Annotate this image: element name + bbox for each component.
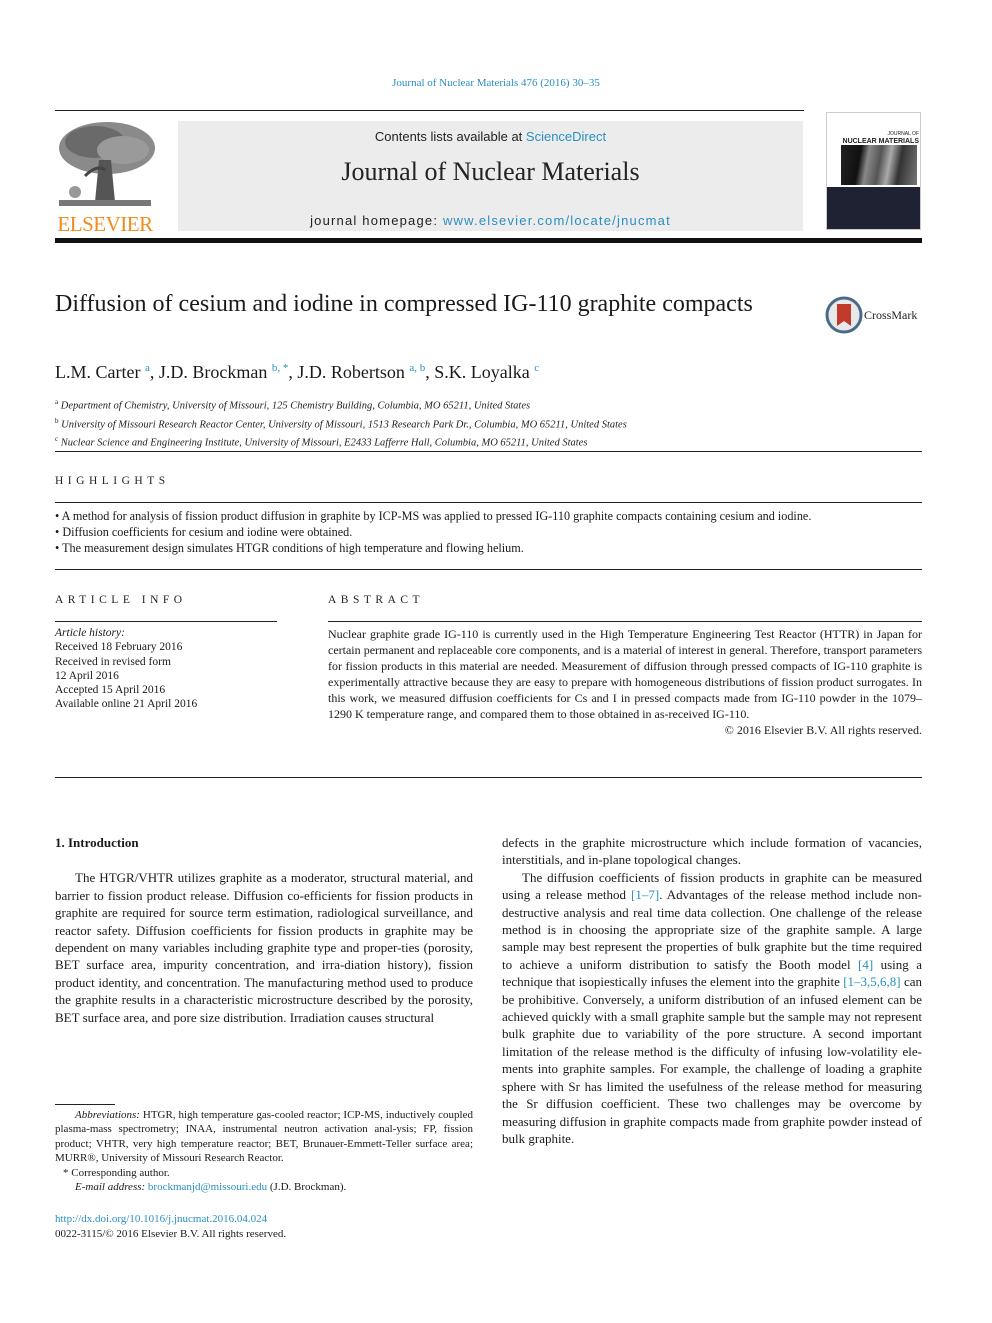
affiliation: c Nuclear Science and Engineering Instit… <box>55 432 627 451</box>
affiliation-key: a <box>55 398 59 406</box>
divider <box>55 569 922 570</box>
cover-title-line1: JOURNAL OF <box>887 131 919 137</box>
corresponding-author-note: * Corresponding author. <box>63 1166 170 1179</box>
doi-link[interactable]: http://dx.doi.org/10.1016/j.jnucmat.2016… <box>55 1212 286 1227</box>
homepage-line: journal homepage: www.elsevier.com/locat… <box>178 213 803 228</box>
contents-prefix: Contents lists available at <box>374 129 526 144</box>
intro-paragraph: The HTGR/VHTR utilizes graphite as a mod… <box>55 870 473 1025</box>
divider <box>55 777 922 778</box>
intro-left-column: 1. Introduction The HTGR/VHTR utilizes g… <box>55 834 473 1026</box>
author-name: L.M. Carter <box>55 362 141 382</box>
author[interactable]: J.D. Robertson a, b, <box>297 362 434 382</box>
intro-paragraph-continuation: defects in the graphite microstructure w… <box>502 835 922 868</box>
article-title: Diffusion of cesium and iodine in compre… <box>55 291 753 317</box>
citation-link[interactable]: [4] <box>858 957 873 972</box>
abbreviations-footnote: Abbreviations: HTGR, high temperature ga… <box>55 1108 473 1166</box>
header-rule <box>55 110 804 111</box>
journal-cover-thumbnail[interactable]: JOURNAL OF NUCLEAR MATERIALS <box>826 112 921 230</box>
affiliation-text: University of Missouri Research Reactor … <box>61 419 627 431</box>
homepage-link[interactable]: www.elsevier.com/locate/jnucmat <box>443 213 671 228</box>
article-history: Article history: Received 18 February 20… <box>55 626 277 712</box>
highlight-text: A method for analysis of fission product… <box>61 509 812 523</box>
journal-title: Journal of Nuclear Materials <box>341 157 640 186</box>
footnote-rule <box>55 1104 115 1105</box>
highlights-heading: HIGHLIGHTS <box>55 475 170 487</box>
author-affiliation-sup[interactable]: b, * <box>272 362 289 374</box>
abstract-body: Nuclear graphite grade IG-110 is current… <box>328 626 922 738</box>
highlights-list: • A method for analysis of fission produ… <box>55 508 922 556</box>
affiliation: b University of Missouri Research Reacto… <box>55 414 627 433</box>
email-label: E-mail address: <box>75 1181 146 1194</box>
author-separator: , <box>149 362 159 382</box>
contents-line: Contents lists available at ScienceDirec… <box>178 129 803 144</box>
cover-bottom <box>827 187 920 229</box>
issn-copyright: 0022-3115/© 2016 Elsevier B.V. All right… <box>55 1228 287 1240</box>
history-entry: Accepted 15 April 2016 <box>55 684 166 697</box>
journal-banner: Contents lists available at ScienceDirec… <box>178 121 803 231</box>
affiliation-key: b <box>55 416 59 425</box>
elsevier-logo[interactable]: ELSEVIER <box>55 120 155 236</box>
abstract-heading: ABSTRACT <box>328 594 425 606</box>
author[interactable]: L.M. Carter a, <box>55 362 159 382</box>
citation-link[interactable]: [1–3,5,6,8] <box>843 974 900 989</box>
history-entry: 12 April 2016 <box>55 669 119 682</box>
crossmark-label: CrossMark <box>864 308 918 322</box>
author[interactable]: S.K. Loyalka c <box>434 362 539 382</box>
divider <box>55 502 922 503</box>
author[interactable]: J.D. Brockman b, *, <box>159 362 297 382</box>
highlight-item: • The measurement design simulates HTGR … <box>55 541 524 555</box>
intro-right-column: defects in the graphite microstructure w… <box>502 834 922 1147</box>
cover-micrograph-image <box>841 145 917 185</box>
article-info-heading: ARTICLE INFO <box>55 594 187 606</box>
homepage-prefix: journal homepage: <box>310 213 443 228</box>
email-footnote: E-mail address: brockmanjd@missouri.edu … <box>55 1180 473 1194</box>
author-name: S.K. Loyalka <box>434 362 530 382</box>
journal-citation-link[interactable]: Journal of Nuclear Materials 476 (2016) … <box>0 77 992 89</box>
sciencedirect-link[interactable]: ScienceDirect <box>526 129 606 144</box>
highlight-item: • Diffusion coefficients for cesium and … <box>55 525 353 539</box>
author-separator: , <box>288 362 298 382</box>
cover-title: JOURNAL OF NUCLEAR MATERIALS <box>831 130 919 146</box>
abstract-copyright: © 2016 Elsevier B.V. All rights reserved… <box>724 723 922 737</box>
author-name: J.D. Robertson <box>297 362 405 382</box>
history-entry: Available online 21 April 2016 <box>55 698 198 711</box>
crossmark-button[interactable]: CrossMark <box>825 296 925 334</box>
affiliation-key: c <box>55 435 59 444</box>
header-thick-rule <box>55 238 922 243</box>
author-name: J.D. Brockman <box>158 362 268 382</box>
email-link[interactable]: brockmanjd@missouri.edu <box>148 1181 267 1193</box>
affiliations: a Department of Chemistry, University of… <box>55 395 627 451</box>
affiliation: a Department of Chemistry, University of… <box>55 395 627 414</box>
elsevier-tree-icon <box>55 120 155 210</box>
footnotes: Abbreviations: HTGR, high temperature ga… <box>55 1108 473 1194</box>
doi-block: http://dx.doi.org/10.1016/j.jnucmat.2016… <box>55 1212 286 1242</box>
article-history-label: Article history: <box>55 627 125 639</box>
divider <box>328 621 922 622</box>
author-affiliation-sup[interactable]: a, b <box>409 362 425 374</box>
history-entry: Received in revised form <box>55 655 171 668</box>
highlight-text: The measurement design simulates HTGR co… <box>62 541 524 555</box>
author-list: L.M. Carter a, J.D. Brockman b, *, J.D. … <box>55 362 539 383</box>
affiliation-text: Department of Chemistry, University of M… <box>60 400 531 412</box>
history-entry: Received 18 February 2016 <box>55 641 183 654</box>
crossmark-icon <box>825 296 863 334</box>
elsevier-wordmark: ELSEVIER <box>57 212 153 236</box>
highlight-item: • A method for analysis of fission produ… <box>55 509 812 523</box>
author-separator: , <box>425 362 435 382</box>
abbreviations-label: Abbreviations: <box>75 1109 140 1121</box>
section-heading-introduction: 1. Introduction <box>55 835 139 850</box>
citation-link[interactable]: [1–7] <box>631 887 659 902</box>
email-suffix: (J.D. Brockman). <box>267 1181 347 1194</box>
abstract-text: Nuclear graphite grade IG-110 is current… <box>328 627 922 721</box>
divider <box>55 451 922 452</box>
divider <box>55 621 277 622</box>
author-affiliation-sup[interactable]: c <box>534 362 539 374</box>
intro-paragraph: The diffusion coefficients of fission pr… <box>502 869 922 1148</box>
highlight-text: Diffusion coefficients for cesium and io… <box>62 525 353 539</box>
paragraph-text: can be prohibitive. Conversely, a unifor… <box>502 974 922 1146</box>
affiliation-text: Nuclear Science and Engineering Institut… <box>60 437 588 449</box>
